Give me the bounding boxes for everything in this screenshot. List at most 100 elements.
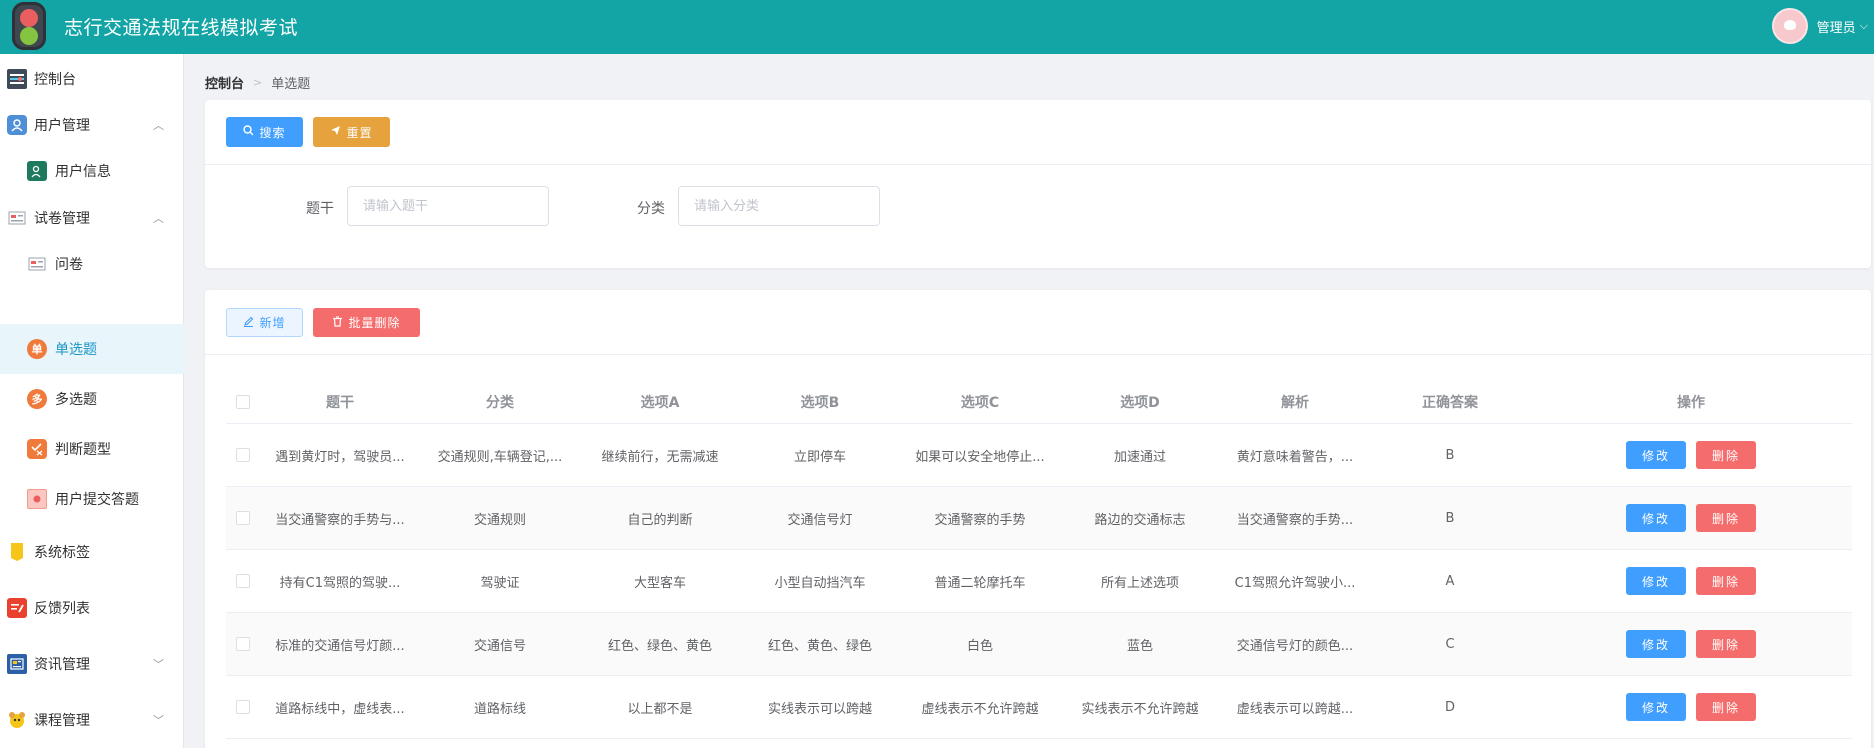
edit-button[interactable]: 修改 [1626, 504, 1686, 532]
stem-label: 题干 [306, 201, 334, 217]
sidebar-item-questionnaire[interactable]: 问卷 [0, 239, 184, 289]
sidebar-item-paper-management[interactable]: 试卷管理 ︿ [0, 193, 184, 243]
user-info-icon [27, 161, 47, 181]
sidebar-item-label: 试卷管理 [34, 211, 90, 227]
column-header[interactable]: 选项A [580, 380, 740, 423]
sidebar-item-label: 控制台 [34, 72, 76, 88]
dashboard-icon [7, 69, 27, 89]
search-panel: 搜索 重置 题干 分类 [205, 100, 1871, 268]
table-panel: 新增 批量删除 题干 分类 选项A 选项B 选项C 选项D 解析 正确答案 操作… [205, 290, 1871, 748]
divider [205, 164, 1871, 165]
breadcrumb-home[interactable]: 控制台 [205, 73, 244, 92]
table-row: 遇到黄灯时，驾驶员... 交通规则,车辆登记,... 继续前行，无需减速 立即停… [226, 424, 1852, 487]
sidebar-item-user-info[interactable]: 用户信息 [0, 146, 184, 196]
news-icon [7, 654, 27, 674]
column-header[interactable]: 选项D [1060, 380, 1220, 423]
chevron-down-icon[interactable]: ⌵ [1860, 19, 1868, 33]
cell-stem: 遇到黄灯时，驾驶员... [275, 449, 405, 465]
sidebar-item-user-management[interactable]: 用户管理 ︿ [0, 100, 184, 150]
sidebar-item-multi-choice[interactable]: 多 多选题 [0, 374, 184, 424]
chevron-up-icon: ︿ [153, 212, 164, 225]
sidebar-item-user-submissions[interactable]: 用户提交答题 [0, 474, 184, 524]
column-header[interactable]: 正确答案 [1370, 380, 1530, 423]
cell-stem: 持有C1驾照的驾驶... [279, 575, 401, 591]
cell-option-b: 小型自动挡汽车 [774, 575, 866, 591]
row-checkbox[interactable] [236, 700, 250, 714]
chevron-up-icon: ︿ [153, 119, 164, 132]
tag-icon [7, 542, 27, 562]
category-input[interactable] [678, 186, 880, 226]
cell-option-b: 立即停车 [793, 449, 846, 465]
edit-button[interactable]: 修改 [1626, 441, 1686, 469]
column-header[interactable]: 题干 [260, 380, 420, 423]
row-checkbox[interactable] [236, 637, 250, 651]
column-header[interactable]: 选项B [740, 380, 900, 423]
sidebar-item-news-management[interactable]: 资讯管理 ﹀ [0, 639, 184, 689]
edit-button[interactable]: 修改 [1626, 630, 1686, 658]
cell-analysis: 黄灯意味着警告，... [1236, 449, 1354, 465]
cell-option-b: 交通信号灯 [787, 512, 853, 528]
delete-button[interactable]: 删除 [1696, 693, 1756, 721]
row-checkbox[interactable] [236, 448, 250, 462]
batch-delete-button[interactable]: 批量删除 [313, 308, 420, 337]
avatar[interactable] [1771, 8, 1808, 44]
row-checkbox[interactable] [236, 574, 250, 588]
users-icon [7, 115, 27, 135]
breadcrumb: 控制台 > 单选题 [205, 73, 310, 92]
cell-category: 交通规则,车辆登记,... [437, 449, 563, 465]
add-button[interactable]: 新增 [226, 308, 303, 337]
stem-input[interactable] [347, 186, 549, 226]
submission-icon [27, 489, 47, 509]
edit-button[interactable]: 修改 [1626, 567, 1686, 595]
search-button[interactable]: 搜索 [226, 117, 303, 147]
column-header: 操作 [1677, 394, 1705, 411]
sidebar-item-course-management[interactable]: 课程管理 ﹀ [0, 695, 184, 745]
sidebar-item-label: 问卷 [55, 257, 83, 273]
sidebar-item-label: 资讯管理 [34, 657, 90, 673]
user-menu[interactable]: 管理员 ⌵ [1771, 8, 1874, 44]
cell-actions: 修改 删除 [1530, 424, 1852, 486]
search-button-label: 搜索 [259, 125, 286, 140]
cell-option-b: 红色、黄色、绿色 [767, 638, 872, 654]
sidebar-item-feedback[interactable]: 反馈列表 [0, 583, 184, 633]
chevron-down-icon: ﹀ [153, 714, 164, 727]
search-icon [243, 125, 254, 139]
paper-icon [7, 208, 27, 228]
sidebar-item-judge[interactable]: 判断题型 [0, 424, 184, 474]
sidebar-item-single-choice[interactable]: 单 单选题 [0, 324, 184, 374]
cell-stem: 当交通警察的手势与... [275, 512, 405, 528]
cell-category: 交通规则 [473, 512, 526, 528]
cell-stem: 道路标线中，虚线表... [275, 701, 405, 717]
cell-actions: 修改 删除 [1530, 613, 1852, 675]
row-checkbox[interactable] [236, 511, 250, 525]
cell-option-d: 蓝色 [1126, 638, 1153, 654]
delete-button[interactable]: 删除 [1696, 567, 1756, 595]
select-all-cell [226, 380, 260, 423]
cell-stem: 标准的交通信号灯颜... [275, 638, 405, 654]
add-button-label: 新增 [259, 316, 286, 330]
table-header-row: 题干 分类 选项A 选项B 选项C 选项D 解析 正确答案 操作 [226, 380, 1852, 424]
sidebar-item-system-tags[interactable]: 系统标签 [0, 527, 184, 577]
select-all-checkbox[interactable] [236, 394, 250, 409]
delete-button[interactable]: 删除 [1696, 630, 1756, 658]
cell-category: 交通信号 [473, 638, 526, 654]
username[interactable]: 管理员 [1817, 17, 1856, 36]
questionnaire-icon [27, 254, 47, 274]
sidebar-item-label: 用户信息 [55, 164, 111, 180]
delete-button[interactable]: 删除 [1696, 504, 1756, 532]
edit-button[interactable]: 修改 [1626, 693, 1686, 721]
course-icon [7, 710, 27, 730]
sidebar-item-dashboard[interactable]: 控制台 [0, 54, 184, 104]
multi-choice-icon: 多 [27, 389, 47, 409]
cell-analysis: 虚线表示可以跨越... [1236, 701, 1354, 717]
batch-delete-button-label: 批量删除 [348, 316, 401, 330]
sidebar-item-label: 系统标签 [34, 545, 90, 561]
reset-button[interactable]: 重置 [313, 117, 390, 147]
delete-button[interactable]: 删除 [1696, 441, 1756, 469]
column-header[interactable]: 分类 [420, 380, 580, 423]
sidebar-item-label: 反馈列表 [34, 601, 90, 617]
app-title: 志行交通法规在线模拟考试 [64, 17, 299, 39]
cell-answer: C [1445, 636, 1455, 652]
column-header[interactable]: 选项C [900, 380, 1060, 423]
column-header[interactable]: 解析 [1220, 380, 1370, 423]
